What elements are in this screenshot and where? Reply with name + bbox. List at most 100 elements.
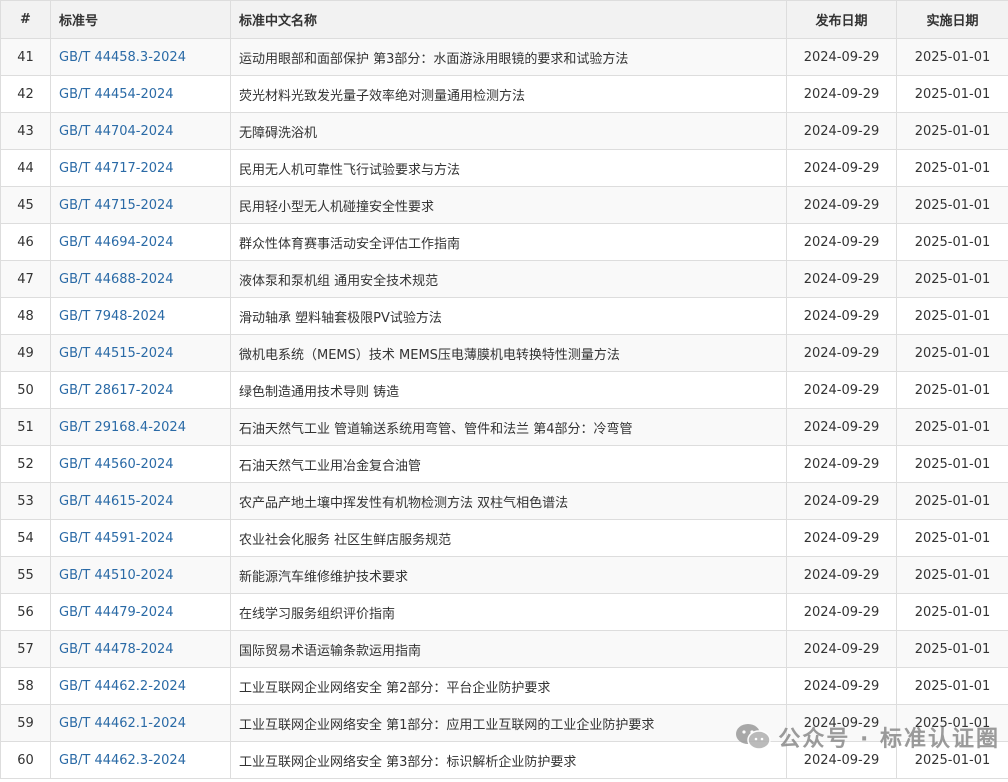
row-code-cell: GB/T 44688-2024 — [50, 260, 231, 298]
row-code-cell: GB/T 44694-2024 — [50, 223, 231, 261]
row-num: 55 — [0, 556, 51, 594]
row-implement-date: 2025-01-01 — [896, 667, 1008, 705]
table-row: 45 GB/T 44715-2024 民用轻小型无人机碰撞安全性要求 2024-09-… — [0, 186, 1008, 224]
row-code-cell: GB/T 44462.1-2024 — [50, 704, 231, 742]
standard-code-link[interactable]: GB/T 44688-2024 — [59, 272, 174, 287]
row-publish-date: 2024-09-29 — [786, 260, 897, 298]
standard-code-link[interactable]: GB/T 44458.3-2024 — [59, 50, 186, 65]
watermark: 公众号 · 标准认证圈 — [734, 721, 1000, 753]
table-row: 49 GB/T 44515-2024 微机电系统（MEMS）技术 MEMS压电薄膜机… — [0, 334, 1008, 372]
row-publish-date: 2024-09-29 — [786, 593, 897, 631]
wechat-icon — [736, 724, 772, 750]
row-name: 新能源汽车维修维护技术要求 — [230, 556, 787, 594]
header-code: 标准号 — [50, 0, 231, 39]
standards-table: # 标准号 标准中文名称 发布日期 实施日期 41 GB/T 44458.3-20… — [0, 0, 1008, 779]
standard-code-link[interactable]: GB/T 44478-2024 — [59, 642, 174, 657]
row-publish-date: 2024-09-29 — [786, 371, 897, 409]
row-implement-date: 2025-01-01 — [896, 186, 1008, 224]
row-name: 农业社会化服务 社区生鲜店服务规范 — [230, 519, 787, 557]
row-publish-date: 2024-09-29 — [786, 408, 897, 446]
row-publish-date: 2024-09-29 — [786, 482, 897, 520]
table-row: 41 GB/T 44458.3-2024 运动用眼部和面部保护 第3部分：水面游泳用… — [0, 38, 1008, 76]
standard-code-link[interactable]: GB/T 44715-2024 — [59, 198, 174, 213]
table-row: 51 GB/T 29168.4-2024 石油天然气工业 管道输送系统用弯管、管件和… — [0, 408, 1008, 446]
standard-code-link[interactable]: GB/T 28617-2024 — [59, 383, 174, 398]
row-implement-date: 2025-01-01 — [896, 519, 1008, 557]
standard-code-link[interactable]: GB/T 44462.2-2024 — [59, 679, 186, 694]
row-name: 农产品产地土壤中挥发性有机物检测方法 双柱气相色谱法 — [230, 482, 787, 520]
row-name: 运动用眼部和面部保护 第3部分：水面游泳用眼镜的要求和试验方法 — [230, 38, 787, 76]
row-implement-date: 2025-01-01 — [896, 223, 1008, 261]
row-code-cell: GB/T 28617-2024 — [50, 371, 231, 409]
row-implement-date: 2025-01-01 — [896, 149, 1008, 187]
row-publish-date: 2024-09-29 — [786, 112, 897, 150]
standard-code-link[interactable]: GB/T 44462.3-2024 — [59, 753, 186, 768]
row-publish-date: 2024-09-29 — [786, 297, 897, 335]
row-publish-date: 2024-09-29 — [786, 445, 897, 483]
row-name: 液体泵和泵机组 通用安全技术规范 — [230, 260, 787, 298]
row-code-cell: GB/T 44478-2024 — [50, 630, 231, 668]
watermark-text: 公众号 · 标准认证圈 — [778, 727, 1000, 752]
standard-code-link[interactable]: GB/T 44479-2024 — [59, 605, 174, 620]
table-row: 52 GB/T 44560-2024 石油天然气工业用冶金复合油管 2024-09-2… — [0, 445, 1008, 483]
standard-code-link[interactable]: GB/T 44515-2024 — [59, 346, 174, 361]
standard-code-link[interactable]: GB/T 7948-2024 — [59, 309, 165, 324]
row-num: 60 — [0, 741, 51, 779]
row-publish-date: 2024-09-29 — [786, 519, 897, 557]
table-row: 50 GB/T 28617-2024 绿色制造通用技术导则 铸造 2024-09-29… — [0, 371, 1008, 409]
row-name: 国际贸易术语运输条款运用指南 — [230, 630, 787, 668]
row-implement-date: 2025-01-01 — [896, 482, 1008, 520]
row-code-cell: GB/T 44591-2024 — [50, 519, 231, 557]
standard-code-link[interactable]: GB/T 44694-2024 — [59, 235, 174, 250]
row-num: 41 — [0, 38, 51, 76]
standard-code-link[interactable]: GB/T 44560-2024 — [59, 457, 174, 472]
row-name: 在线学习服务组织评价指南 — [230, 593, 787, 631]
header-implement-date: 实施日期 — [896, 0, 1008, 39]
row-code-cell: GB/T 44462.3-2024 — [50, 741, 231, 779]
row-code-cell: GB/T 29168.4-2024 — [50, 408, 231, 446]
header-publish-date: 发布日期 — [786, 0, 897, 39]
table-row: 55 GB/T 44510-2024 新能源汽车维修维护技术要求 2024-09-29… — [0, 556, 1008, 594]
row-publish-date: 2024-09-29 — [786, 186, 897, 224]
header-num: # — [0, 0, 51, 39]
table-row: 46 GB/T 44694-2024 群众性体育赛事活动安全评估工作指南 2024-0… — [0, 223, 1008, 261]
row-publish-date: 2024-09-29 — [786, 630, 897, 668]
row-code-cell: GB/T 44715-2024 — [50, 186, 231, 224]
standard-code-link[interactable]: GB/T 44704-2024 — [59, 124, 174, 139]
row-publish-date: 2024-09-29 — [786, 149, 897, 187]
row-code-cell: GB/T 44704-2024 — [50, 112, 231, 150]
table-row: 48 GB/T 7948-2024 滑动轴承 塑料轴套极限PV试验方法 2024-09… — [0, 297, 1008, 335]
row-publish-date: 2024-09-29 — [786, 334, 897, 372]
row-code-cell: GB/T 44717-2024 — [50, 149, 231, 187]
row-num: 43 — [0, 112, 51, 150]
standard-code-link[interactable]: GB/T 29168.4-2024 — [59, 420, 186, 435]
row-name: 工业互联网企业网络安全 第3部分：标识解析企业防护要求 — [230, 741, 787, 779]
table-header-row: # 标准号 标准中文名称 发布日期 实施日期 — [0, 0, 1008, 39]
row-num: 45 — [0, 186, 51, 224]
row-name: 微机电系统（MEMS）技术 MEMS压电薄膜机电转换特性测量方法 — [230, 334, 787, 372]
row-name: 石油天然气工业用冶金复合油管 — [230, 445, 787, 483]
standard-code-link[interactable]: GB/T 44717-2024 — [59, 161, 174, 176]
standard-code-link[interactable]: GB/T 44591-2024 — [59, 531, 174, 546]
standard-code-link[interactable]: GB/T 44510-2024 — [59, 568, 174, 583]
table-row: 47 GB/T 44688-2024 液体泵和泵机组 通用安全技术规范 2024-09… — [0, 260, 1008, 298]
row-name: 滑动轴承 塑料轴套极限PV试验方法 — [230, 297, 787, 335]
row-num: 59 — [0, 704, 51, 742]
row-name: 工业互联网企业网络安全 第1部分：应用工业互联网的工业企业防护要求 — [230, 704, 787, 742]
row-code-cell: GB/T 7948-2024 — [50, 297, 231, 335]
row-num: 42 — [0, 75, 51, 113]
row-num: 51 — [0, 408, 51, 446]
table-row: 56 GB/T 44479-2024 在线学习服务组织评价指南 2024-09-29 2… — [0, 593, 1008, 631]
row-num: 53 — [0, 482, 51, 520]
table-row: 57 GB/T 44478-2024 国际贸易术语运输条款运用指南 2024-09-2… — [0, 630, 1008, 668]
row-num: 44 — [0, 149, 51, 187]
row-publish-date: 2024-09-29 — [786, 38, 897, 76]
standard-code-link[interactable]: GB/T 44462.1-2024 — [59, 716, 186, 731]
standard-code-link[interactable]: GB/T 44615-2024 — [59, 494, 174, 509]
header-name: 标准中文名称 — [230, 0, 787, 39]
standard-code-link[interactable]: GB/T 44454-2024 — [59, 87, 174, 102]
table-row: 44 GB/T 44717-2024 民用无人机可靠性飞行试验要求与方法 2024-0… — [0, 149, 1008, 187]
row-implement-date: 2025-01-01 — [896, 630, 1008, 668]
row-name: 民用无人机可靠性飞行试验要求与方法 — [230, 149, 787, 187]
row-name: 绿色制造通用技术导则 铸造 — [230, 371, 787, 409]
